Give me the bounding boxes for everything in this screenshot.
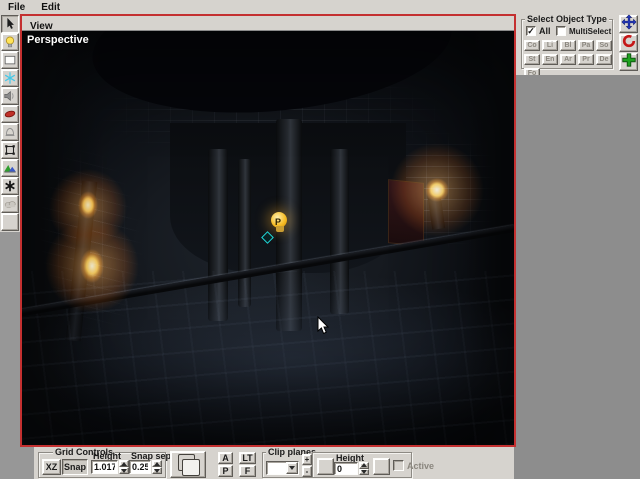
up-arrow-icon xyxy=(154,462,160,466)
brush-tool-button[interactable] xyxy=(1,51,19,69)
bottom-left-filler xyxy=(0,447,34,479)
snap-button[interactable]: Snap xyxy=(62,459,88,475)
asterisk-icon xyxy=(3,179,17,193)
move-icon xyxy=(621,14,637,35)
speaker-icon xyxy=(3,89,17,103)
down-arrow-icon xyxy=(121,469,127,473)
right-filler xyxy=(516,75,640,479)
menu-edit[interactable]: Edit xyxy=(33,0,68,15)
cube-icon xyxy=(3,143,17,157)
torch-flame xyxy=(80,249,104,283)
check-icon: ✓ xyxy=(527,26,535,36)
type-button-pr[interactable]: Pr xyxy=(578,54,594,65)
active-label: Active xyxy=(407,461,434,471)
mouse-cursor xyxy=(316,316,330,341)
terrain-tool-button[interactable] xyxy=(1,159,19,177)
sound-tool-button[interactable] xyxy=(1,87,19,105)
viewport-window: View xyxy=(20,14,516,447)
terrain-icon xyxy=(3,161,17,175)
combobox-dropdown-button[interactable] xyxy=(286,462,298,474)
height2-spinner xyxy=(359,462,369,475)
snap-sep-spin-down[interactable] xyxy=(152,467,162,474)
height-input[interactable] xyxy=(91,460,118,474)
left-toolbar xyxy=(0,15,20,232)
up-arrow-icon xyxy=(361,463,367,467)
type-button-en[interactable]: En xyxy=(542,54,558,65)
capsule-tool-button[interactable] xyxy=(1,105,19,123)
cursor-icon xyxy=(3,17,17,31)
blank-tool-button[interactable] xyxy=(1,213,19,231)
height-spin-up[interactable] xyxy=(119,460,129,467)
snap-sep-spin-up[interactable] xyxy=(152,460,162,467)
a-button[interactable]: A xyxy=(218,452,233,464)
light-tool-button[interactable] xyxy=(1,33,19,51)
scene-canvas[interactable]: P Perspective xyxy=(22,31,514,445)
height2-spin-down[interactable] xyxy=(359,469,369,476)
type-button-so[interactable]: So xyxy=(596,40,612,51)
overlapping-rects-icon xyxy=(176,454,200,475)
type-button-pa[interactable]: Pa xyxy=(578,40,594,51)
texture-picker-button[interactable] xyxy=(170,451,206,478)
rotate-tool-button[interactable] xyxy=(619,34,638,52)
type-button-st[interactable]: St xyxy=(524,54,540,65)
type-button-li[interactable]: Li xyxy=(542,40,558,51)
lamp-tool-button[interactable] xyxy=(1,123,19,141)
all-label: All xyxy=(539,26,551,36)
select-object-type-group: Select Object Type ✓ All MultiSelect Co … xyxy=(521,19,613,69)
type-button-bl[interactable]: Bl xyxy=(560,40,576,51)
blank-button[interactable] xyxy=(317,458,334,475)
bell-icon xyxy=(3,125,17,139)
chevron-down-icon xyxy=(289,466,295,470)
add-tool-button[interactable] xyxy=(619,53,638,71)
rotate-icon xyxy=(621,33,637,54)
cursor-tool-button[interactable] xyxy=(1,15,19,33)
f-button[interactable]: F xyxy=(239,465,256,477)
menu-bar: File Edit xyxy=(0,0,640,15)
page-icon xyxy=(3,53,17,67)
all-checkbox[interactable]: ✓ xyxy=(526,26,536,36)
move-tool-button[interactable] xyxy=(619,15,638,33)
object-tool-button[interactable] xyxy=(1,141,19,159)
viewport-menu-bar: View xyxy=(22,16,514,31)
torch-flame xyxy=(425,178,449,202)
capsule-icon xyxy=(3,107,17,121)
multiselect-label: MultiSelect xyxy=(569,27,611,36)
toolbar-filler xyxy=(0,232,20,479)
multiselect-checkbox[interactable] xyxy=(556,26,566,36)
lightbulb-icon xyxy=(3,35,17,49)
cloud-icon xyxy=(3,197,17,211)
snap-sep-spinner xyxy=(152,460,162,474)
height-controls-group: Height Active xyxy=(312,452,412,478)
particle-tool-button[interactable] xyxy=(1,69,19,87)
active-checkbox[interactable] xyxy=(393,460,404,471)
add-icon xyxy=(621,52,637,73)
height2-input[interactable] xyxy=(334,462,358,475)
marker-tool-button[interactable] xyxy=(1,177,19,195)
blank-button[interactable] xyxy=(373,458,390,475)
bottom-right-filler xyxy=(514,447,640,479)
clip-plane-combobox[interactable] xyxy=(266,461,299,475)
up-arrow-icon xyxy=(121,462,127,466)
menu-file[interactable]: File xyxy=(0,0,33,15)
clip-plane-add-button[interactable]: + xyxy=(302,454,312,465)
lt-button[interactable]: LT xyxy=(239,452,256,464)
type-button-de[interactable]: De xyxy=(596,54,612,65)
p-button[interactable]: P xyxy=(218,465,233,477)
view-mode-label: Perspective xyxy=(27,34,89,46)
group-title: Select Object Type xyxy=(525,14,609,24)
type-button-ar[interactable]: Ar xyxy=(560,54,576,65)
snap-sep-input[interactable] xyxy=(129,460,151,474)
clip-planes-group: Clip planes + - xyxy=(262,452,314,478)
cloud-tool-button[interactable] xyxy=(1,195,19,213)
clip-plane-remove-button[interactable]: - xyxy=(302,466,312,477)
type-button-co[interactable]: Co xyxy=(524,40,540,51)
snowflake-icon xyxy=(3,71,17,85)
height-spinner xyxy=(119,460,129,474)
height-spin-down[interactable] xyxy=(119,467,129,474)
point-light-entity[interactable]: P xyxy=(271,212,288,238)
light-entity-label: P xyxy=(275,217,281,227)
down-arrow-icon xyxy=(361,470,367,474)
xz-button[interactable]: XZ xyxy=(42,459,61,475)
down-arrow-icon xyxy=(154,469,160,473)
